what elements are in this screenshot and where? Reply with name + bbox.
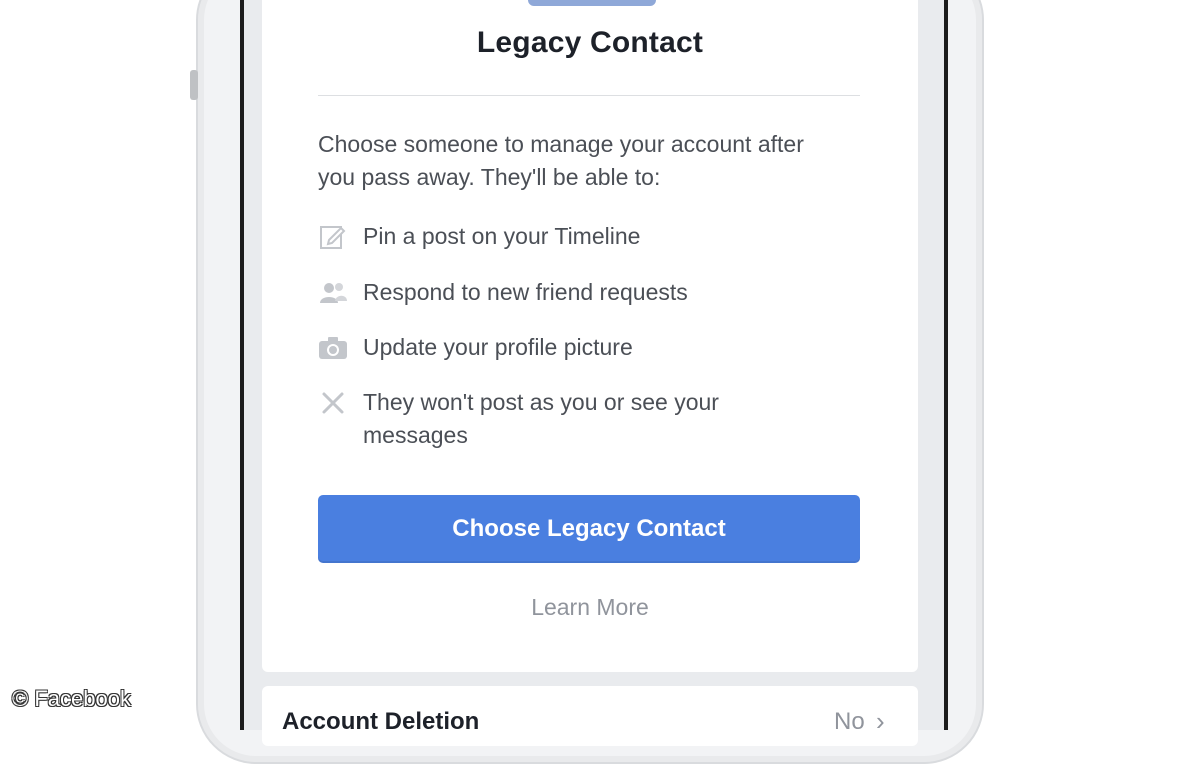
learn-more-link[interactable]: Learn More [262, 594, 918, 621]
choose-legacy-contact-button[interactable]: Choose Legacy Contact [318, 495, 860, 563]
copyright-watermark: © Facebook [12, 686, 131, 711]
card-intro-text: Choose someone to manage your account af… [318, 131, 804, 190]
legacy-contact-illustration-icon [528, 0, 656, 6]
pencil-icon [318, 222, 348, 252]
phone-side-button [190, 70, 198, 100]
card-title: Legacy Contact [476, 26, 704, 59]
x-icon [318, 388, 348, 418]
account-deletion-value: No [834, 708, 865, 735]
camera-icon [318, 333, 348, 363]
ability-text: Update your profile picture [363, 334, 633, 360]
friends-icon [318, 278, 348, 308]
account-deletion-label: Account Deletion [282, 708, 480, 735]
divider [318, 95, 860, 96]
ability-text: They won't post as you or see your messa… [363, 389, 719, 448]
ability-text: Respond to new friend requests [363, 279, 688, 305]
ability-text: Pin a post on your Timeline [363, 223, 641, 249]
chevron-right-icon: › [876, 706, 885, 736]
